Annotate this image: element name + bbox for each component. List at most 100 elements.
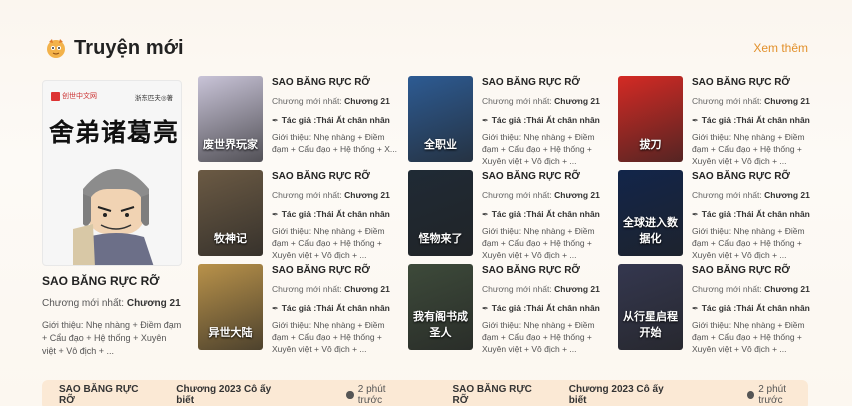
featured-cover[interactable]: 创世中文网 浙东匹夫◎著 舍弟诸葛亮 [42,80,182,266]
latest-chapter[interactable]: Chương 21 [554,284,600,294]
pen-icon: ✒ [692,115,699,125]
book-info: SAO BĂNG RỰC RỠ Chương mới nhất: Chương … [272,170,402,260]
author-name[interactable]: Thái Ất chân nhân [316,209,390,219]
book-title[interactable]: SAO BĂNG RỰC RỠ [692,171,822,182]
recent-row-title[interactable]: SAO BĂNG RỰC RỠ [452,384,541,406]
book-card[interactable]: 拔刀 SAO BĂNG RỰC RỠ Chương mới nhất: Chươ… [618,76,828,166]
book-info: SAO BĂNG RỰC RỠ Chương mới nhất: Chương … [692,170,822,260]
latest-label: Chương mới nhất: [272,284,345,294]
latest-chapter[interactable]: Chương 21 [764,190,810,200]
book-card[interactable]: 废世界玩家 SAO BĂNG RỰC RỠ Chương mới nhất: C… [198,76,408,162]
dragon-mascot-icon [47,39,65,58]
pen-icon: ✒ [692,209,699,219]
latest-label: Chương mới nhất: [42,298,127,309]
latest-chapter[interactable]: Chương 21 [344,96,390,106]
book-card[interactable]: 从行星启程开始 SAO BĂNG RỰC RỠ Chương mới nhất:… [618,264,828,354]
book-cover[interactable]: 拔刀 [618,76,683,162]
book-cover[interactable]: 全球进入数据化 [618,170,683,256]
book-title[interactable]: SAO BĂNG RỰC RỠ [272,265,402,276]
latest-chapter[interactable]: Chương 21 [764,284,810,294]
author-label: Tác giả : [281,303,317,313]
latest-chapter[interactable]: Chương 21 [554,190,600,200]
book-title[interactable]: SAO BĂNG RỰC RỠ [692,265,822,276]
recent-row-chapter[interactable]: Chương 2023 Cô ấy biết [176,384,281,406]
recent-updates-bar: SAO BĂNG RỰC RỠ Chương 2023 Cô ấy biết 2… [42,380,808,406]
cover-title-cn: 我有阁书成圣人 [413,311,468,339]
cover-title-cn: 异世大陆 [208,327,253,339]
author-name[interactable]: Thái Ất chân nhân [316,303,390,313]
book-description: Giới thiệu: Nhẹ nhàng + Điềm đạm + Cẩu đ… [482,226,595,260]
book-cover[interactable]: 怪物来了 [408,170,473,256]
pen-icon: ✒ [272,209,279,219]
book-card[interactable]: 全职业 SAO BĂNG RỰC RỠ Chương mới nhất: Chư… [408,76,618,166]
time-text: 2 phút trước [758,384,787,406]
book-grid: 废世界玩家 SAO BĂNG RỰC RỠ Chương mới nhất: C… [198,76,818,354]
latest-chapter[interactable]: Chương 21 [344,284,390,294]
author-name[interactable]: Thái Ất chân nhân [736,209,810,219]
cover-title-cn: 从行星启程开始 [623,311,678,339]
see-more-link[interactable]: Xem thêm [753,41,808,55]
book-card[interactable]: 怪物来了 SAO BĂNG RỰC RỠ Chương mới nhất: Ch… [408,170,618,260]
book-info: SAO BĂNG RỰC RỠ Chương mới nhất: Chương … [692,76,822,166]
book-title[interactable]: SAO BĂNG RỰC RỠ [272,171,402,182]
author-name[interactable]: Thái Ất chân nhân [526,303,600,313]
book-cover[interactable]: 全职业 [408,76,473,162]
latest-chapter[interactable]: Chương 21 [127,298,181,309]
recent-row-title[interactable]: SAO BĂNG RỰC RỠ [59,384,148,406]
book-title[interactable]: SAO BĂNG RỰC RỠ [482,265,612,276]
book-description: Giới thiệu: Nhẹ nhàng + Điềm đạm + Cẩu đ… [482,320,595,354]
cover-illustration [73,169,154,265]
book-description: Giới thiệu: Nhẹ nhàng + Điềm đạm + Cẩu đ… [482,132,595,166]
latest-chapter[interactable]: Chương 21 [554,96,600,106]
book-card[interactable]: 全球进入数据化 SAO BĂNG RỰC RỠ Chương mới nhất:… [618,170,828,260]
author-name[interactable]: Thái Ất chân nhân [736,303,810,313]
latest-chapter[interactable]: Chương 21 [344,190,390,200]
book-description: Giới thiệu: Nhẹ nhàng + Điềm đạm + Cẩu đ… [692,320,805,354]
author-name[interactable]: Thái Ất chân nhân [736,115,810,125]
book-info: SAO BĂNG RỰC RỠ Chương mới nhất: Chương … [272,76,402,162]
latest-label: Chương mới nhất: [692,96,765,106]
featured-title[interactable]: SAO BĂNG RỰC RỠ [42,274,182,288]
publisher-logo: 创世中文网 [51,91,97,101]
author-name[interactable]: Thái Ất chân nhân [526,115,600,125]
book-cover[interactable]: 废世界玩家 [198,76,263,162]
author-label: Tác giả : [701,115,737,125]
latest-label: Chương mới nhất: [482,284,555,294]
pen-icon: ✒ [482,303,489,313]
author-line: ✒ Tác giả : Thái Ất chân nhân [692,209,822,219]
book-title[interactable]: SAO BĂNG RỰC RỠ [482,77,612,88]
cover-title-cn: 全球进入数据化 [623,217,678,245]
author-name[interactable]: Thái Ất chân nhân [316,115,390,125]
latest-chapter-line: Chương mới nhất: Chương 21 [272,190,402,200]
recent-row-chapter[interactable]: Chương 2023 Cô ấy biết [569,384,674,406]
book-info: SAO BĂNG RỰC RỠ Chương mới nhất: Chương … [482,76,612,166]
book-card[interactable]: 异世大陆 SAO BĂNG RỰC RỠ Chương mới nhất: Ch… [198,264,408,354]
book-info: SAO BĂNG RỰC RỠ Chương mới nhất: Chương … [482,170,612,260]
time-text: 2 phút trước [357,384,386,406]
book-title[interactable]: SAO BĂNG RỰC RỠ [692,77,822,88]
pen-icon: ✒ [272,115,279,125]
recent-row-time: 2 phút trước [746,384,808,406]
author-name[interactable]: Thái Ất chân nhân [526,209,600,219]
cover-title-cn: 怪物来了 [418,233,463,245]
featured-description: Giới thiệu: Nhẹ nhàng + Điềm đạm + Cẩu đ… [42,320,182,356]
cover-title-cn: 拔刀 [639,139,662,151]
cover-title: 舍弟诸葛亮 [49,118,180,147]
book-cover[interactable]: 异世大陆 [198,264,263,350]
book-cover[interactable]: 从行星启程开始 [618,264,683,350]
latest-chapter[interactable]: Chương 21 [764,96,810,106]
book-card[interactable]: 牧神记 SAO BĂNG RỰC RỠ Chương mới nhất: Chư… [198,170,408,260]
book-cover[interactable]: 我有阁书成圣人 [408,264,473,350]
featured-book[interactable]: 创世中文网 浙东匹夫◎著 舍弟诸葛亮 SAO BĂNG RỰC RỠ Chươn… [42,80,182,358]
pen-icon: ✒ [272,303,279,313]
latest-chapter-line: Chương mới nhất: Chương 21 [272,284,402,294]
book-title[interactable]: SAO BĂNG RỰC RỠ [272,77,402,88]
latest-label: Chương mới nhất: [692,190,765,200]
book-description: Giới thiệu: Nhẹ nhàng + Điềm đạm + Cẩu đ… [272,320,385,354]
pen-icon: ✒ [482,115,489,125]
book-title[interactable]: SAO BĂNG RỰC RỠ [482,171,612,182]
book-card[interactable]: 我有阁书成圣人 SAO BĂNG RỰC RỠ Chương mới nhất:… [408,264,618,354]
book-info: SAO BĂNG RỰC RỠ Chương mới nhất: Chương … [692,264,822,354]
book-cover[interactable]: 牧神记 [198,170,263,256]
author-line: ✒ Tác giả : Thái Ất chân nhân [272,209,402,219]
